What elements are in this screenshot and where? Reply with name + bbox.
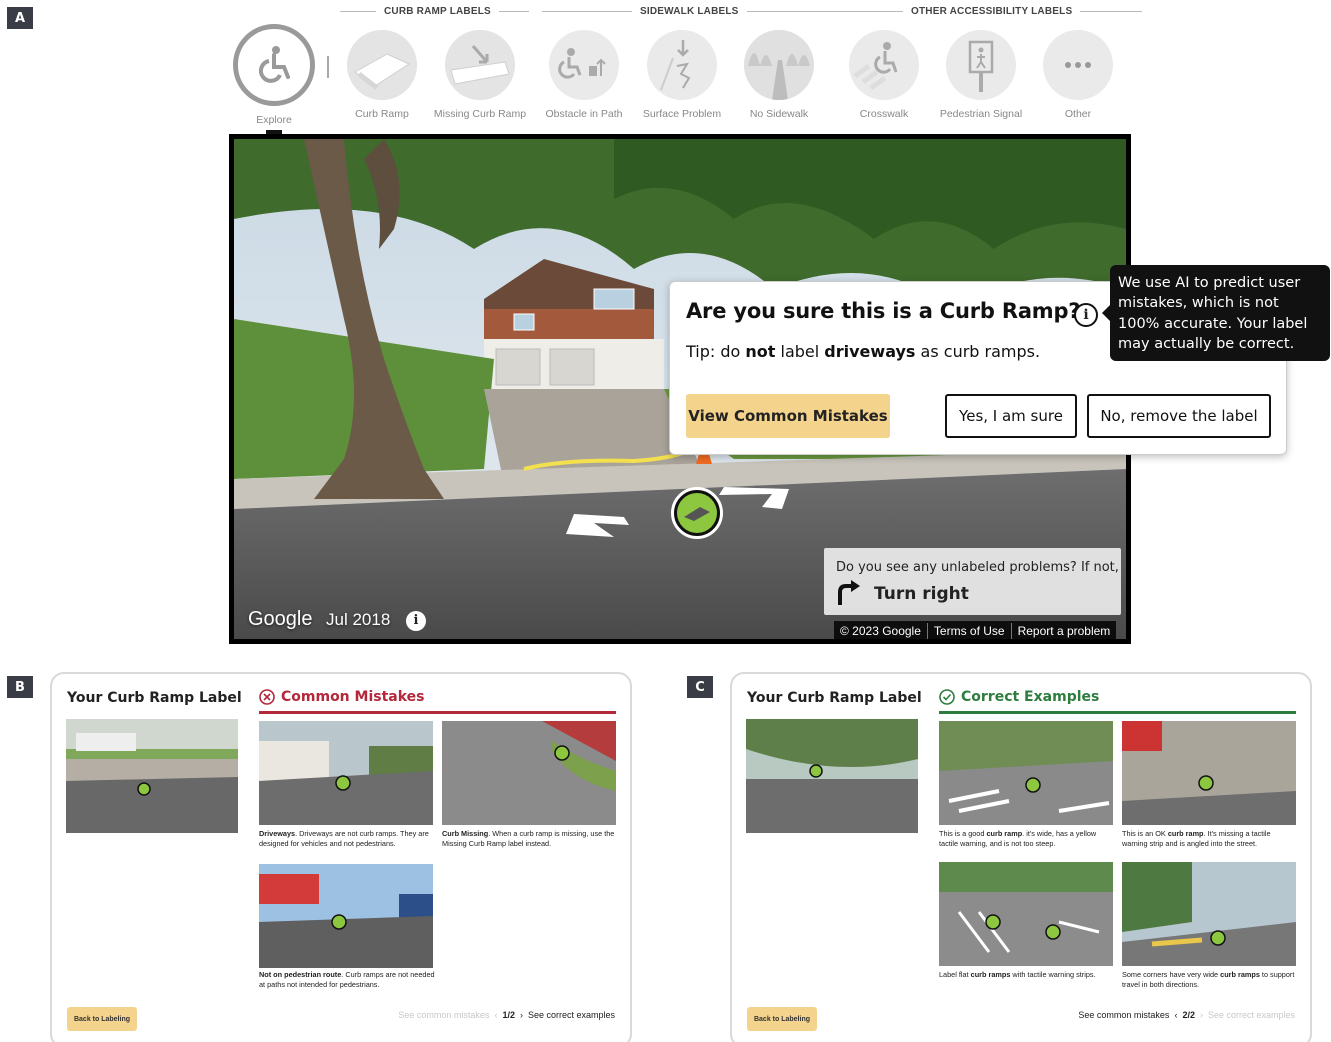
tool-label: Explore xyxy=(256,114,292,126)
back-to-labeling-button[interactable]: Back to Labeling xyxy=(747,1007,817,1031)
tool-explore[interactable]: Explore xyxy=(224,24,324,146)
error-circle-icon xyxy=(259,689,275,705)
chevron-right-icon: › xyxy=(1199,1010,1203,1020)
toolbar-separator xyxy=(327,56,329,78)
tool-label: Curb Ramp xyxy=(355,108,409,120)
tool-crosswalk[interactable]: Crosswalk xyxy=(834,30,934,120)
remove-label-button[interactable]: No, remove the label xyxy=(1087,394,1271,438)
curb-ramp-label-marker[interactable] xyxy=(671,487,723,539)
mistake-caption: Driveways. Driveways are not curb ramps.… xyxy=(259,829,429,848)
tool-surface-problem[interactable]: Surface Problem xyxy=(632,30,732,120)
popup-tip: Tip: do not label driveways as curb ramp… xyxy=(686,342,1041,361)
group-header-sidewalk: SIDEWALK LABELS xyxy=(542,6,847,17)
curb-ramp-icon xyxy=(347,30,417,100)
your-label-title: Your Curb Ramp Label xyxy=(67,690,242,706)
turn-question: Do you see any unlabeled problems? If no… xyxy=(836,560,1119,575)
next-link: See correct examples xyxy=(1207,1010,1295,1020)
missing-curb-ramp-icon xyxy=(445,30,515,100)
example-image-wide-curb-ramps xyxy=(1122,862,1296,966)
your-label-image xyxy=(746,719,918,833)
no-sidewalk-icon xyxy=(744,30,814,100)
correct-examples-heading: Correct Examples xyxy=(939,689,1296,714)
mistake-caption: Not on pedestrian route. Curb ramps are … xyxy=(259,970,435,989)
tool-missing-curb-ramp[interactable]: Missing Curb Ramp xyxy=(430,30,530,120)
example-caption: Some corners have very wide curb ramps t… xyxy=(1122,970,1295,989)
turn-right-icon xyxy=(838,580,860,605)
panel-tag-a: A xyxy=(7,7,33,29)
example-image-ok-curb-ramp xyxy=(1122,721,1296,825)
surface-problem-icon xyxy=(647,30,717,100)
google-watermark: Google xyxy=(248,608,313,630)
tool-pedestrian-signal[interactable]: Pedestrian Signal xyxy=(931,30,1031,120)
turn-prompt[interactable]: Do you see any unlabeled problems? If no… xyxy=(824,548,1121,615)
your-label-title: Your Curb Ramp Label xyxy=(747,690,922,706)
chevron-right-icon[interactable]: › xyxy=(520,1010,523,1020)
copyright: © 2023 Google xyxy=(840,624,921,638)
panel-tag-b: B xyxy=(7,676,33,698)
imagery-date: Jul 2018 xyxy=(326,610,391,629)
example-image-flat-curb-ramps xyxy=(939,862,1113,966)
mistake-image-driveways xyxy=(259,721,433,825)
tool-label: Missing Curb Ramp xyxy=(433,108,527,120)
tool-label: Other xyxy=(1064,108,1092,120)
tool-label: Pedestrian Signal xyxy=(939,108,1023,120)
panel-tag-c: C xyxy=(687,676,713,698)
prev-link: See common mistakes xyxy=(398,1010,490,1020)
tool-label: Surface Problem xyxy=(642,108,722,120)
prev-link[interactable]: See common mistakes xyxy=(1078,1010,1169,1020)
pedestrian-signal-icon xyxy=(946,30,1016,100)
pagination: See common mistakes ‹ 2/2 › See correct … xyxy=(1078,1010,1295,1020)
turn-action: Turn right xyxy=(874,584,969,604)
terms-link[interactable]: Terms of Use xyxy=(926,623,1011,639)
common-mistakes-heading: Common Mistakes xyxy=(259,689,616,714)
group-header-curb-ramp: CURB RAMP LABELS xyxy=(340,6,529,17)
tool-no-sidewalk[interactable]: No Sidewalk xyxy=(729,30,829,120)
crosswalk-icon xyxy=(849,30,919,100)
mistake-caption: Curb Missing. When a curb ramp is missin… xyxy=(442,829,615,848)
example-image-good-curb-ramp xyxy=(939,721,1113,825)
mistake-image-not-pedestrian-route xyxy=(259,864,433,968)
report-problem-link[interactable]: Report a problem xyxy=(1010,623,1117,639)
tool-label: Crosswalk xyxy=(859,108,909,120)
chevron-left-icon: ‹ xyxy=(494,1010,498,1020)
check-circle-icon xyxy=(939,689,955,705)
tool-other[interactable]: Other xyxy=(1028,30,1128,120)
next-link[interactable]: See correct examples xyxy=(528,1010,615,1020)
pagination: See common mistakes ‹ 1/2 › See correct … xyxy=(398,1010,615,1020)
common-mistakes-card: Your Curb Ramp Label Common Mistakes Dri… xyxy=(50,672,632,1042)
curb-ramp-icon xyxy=(677,493,717,533)
example-caption: This is an OK curb ramp. It's missing a … xyxy=(1122,829,1271,848)
tool-curb-ramp[interactable]: Curb Ramp xyxy=(332,30,432,120)
mistake-image-curb-missing xyxy=(442,721,616,825)
imagery-info-icon[interactable]: i xyxy=(406,611,426,631)
group-header-other: OTHER ACCESSIBILITY LABELS xyxy=(841,6,1143,17)
back-to-labeling-button[interactable]: Back to Labeling xyxy=(67,1007,137,1031)
view-common-mistakes-button[interactable]: View Common Mistakes xyxy=(686,394,890,438)
page-indicator: 2/2 xyxy=(1182,1010,1195,1020)
tool-label: Obstacle in Path xyxy=(545,108,623,120)
info-icon[interactable]: i xyxy=(1074,303,1098,327)
correct-examples-card: Your Curb Ramp Label Correct Examples Th… xyxy=(730,672,1312,1042)
ai-disclaimer-tooltip: We use AI to predict user mistakes, whic… xyxy=(1102,265,1330,361)
more-icon xyxy=(1043,30,1113,100)
example-caption: This is a good curb ramp. it's wide, has… xyxy=(939,829,1097,848)
wheelchair-icon xyxy=(233,24,315,106)
chevron-left-icon[interactable]: ‹ xyxy=(1174,1010,1177,1020)
obstacle-icon xyxy=(549,30,619,100)
popup-title: Are you sure this is a Curb Ramp? xyxy=(686,299,1081,323)
map-footer: © 2023 Google Terms of Use Report a prob… xyxy=(834,621,1117,641)
your-label-image xyxy=(66,719,238,833)
example-caption: Label flat curb ramps with tactile warni… xyxy=(939,970,1096,979)
tool-label: No Sidewalk xyxy=(749,108,809,120)
tool-obstacle-in-path[interactable]: Obstacle in Path xyxy=(534,30,634,120)
yes-i-am-sure-button[interactable]: Yes, I am sure xyxy=(945,394,1077,438)
page-indicator: 1/2 xyxy=(502,1010,515,1020)
